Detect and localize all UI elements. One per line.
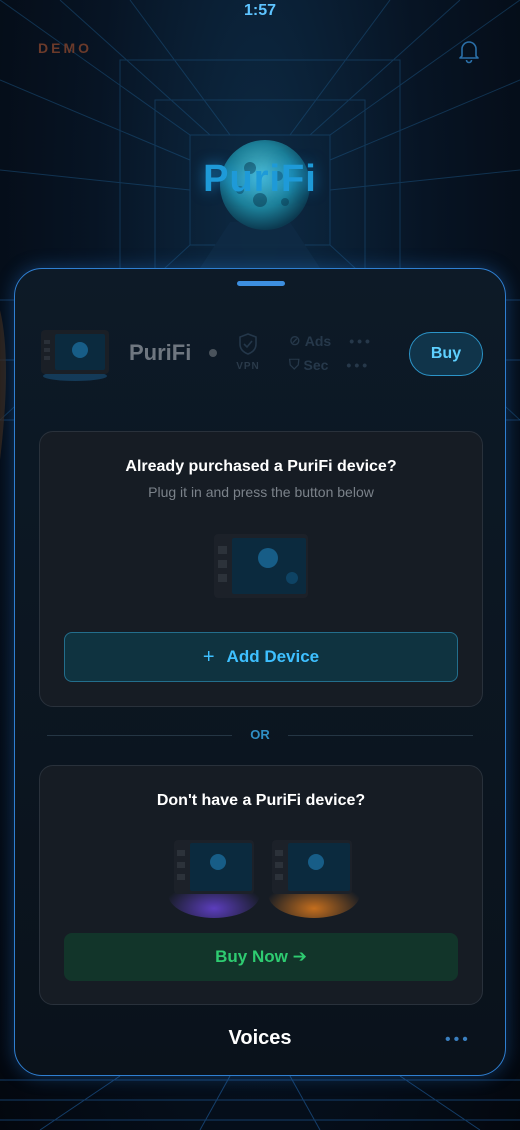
new-card-title: Don't have a PuriFi device?	[156, 792, 366, 809]
sec-label: Sec	[303, 356, 329, 373]
more-options-icon[interactable]: •••	[445, 1031, 471, 1049]
sheet-handle[interactable]	[237, 281, 285, 286]
buy-now-button[interactable]: Buy Now ➔	[64, 933, 458, 981]
bell-icon[interactable]	[457, 38, 481, 64]
device-thumbnail	[37, 326, 113, 382]
status-time: 1:57	[243, 2, 277, 19]
existing-card-title: Already purchased a PuriFi device?	[125, 458, 397, 475]
plus-icon: +	[202, 645, 215, 668]
add-device-button[interactable]: + Add Device	[64, 632, 458, 682]
buy-button[interactable]: Buy	[409, 332, 483, 376]
status-dot	[209, 349, 217, 357]
ads-status: ⊘ Ads •••	[289, 332, 373, 349]
device-summary-row: PuriFi VPN ⊘ Ads ••• ⛉ Sec ••• Buy	[37, 324, 487, 384]
bottom-sheet: PuriFi VPN ⊘ Ads ••• ⛉ Sec ••• Buy Alrea…	[14, 268, 506, 1076]
shield-small-icon: ⛉	[289, 356, 300, 372]
demo-label: DEMO	[38, 40, 92, 56]
device-image	[212, 528, 312, 602]
ads-dots: •••	[349, 332, 373, 349]
or-divider: OR	[47, 727, 473, 743]
footer-voices-label[interactable]: Voices	[15, 1027, 505, 1050]
device-name: PuriFi	[129, 340, 192, 365]
sec-status: ⛉ Sec •••	[289, 356, 370, 373]
add-device-label: Add Device	[226, 647, 320, 666]
existing-device-card: Already purchased a PuriFi device? Plug …	[39, 431, 483, 707]
new-device-card: Don't have a PuriFi device? Buy Now ➔	[39, 765, 483, 1005]
device-pair-image	[168, 832, 360, 922]
vpn-status: VPN	[233, 332, 263, 372]
block-icon: ⊘	[289, 332, 301, 348]
existing-card-subtitle: Plug it in and press the button below	[148, 484, 374, 500]
vpn-label: VPN	[236, 361, 260, 372]
or-label: OR	[250, 727, 270, 742]
shield-icon	[239, 333, 257, 355]
ads-label: Ads	[304, 332, 332, 349]
sec-dots: •••	[346, 356, 371, 373]
brand-title: PuriFi	[203, 158, 317, 200]
